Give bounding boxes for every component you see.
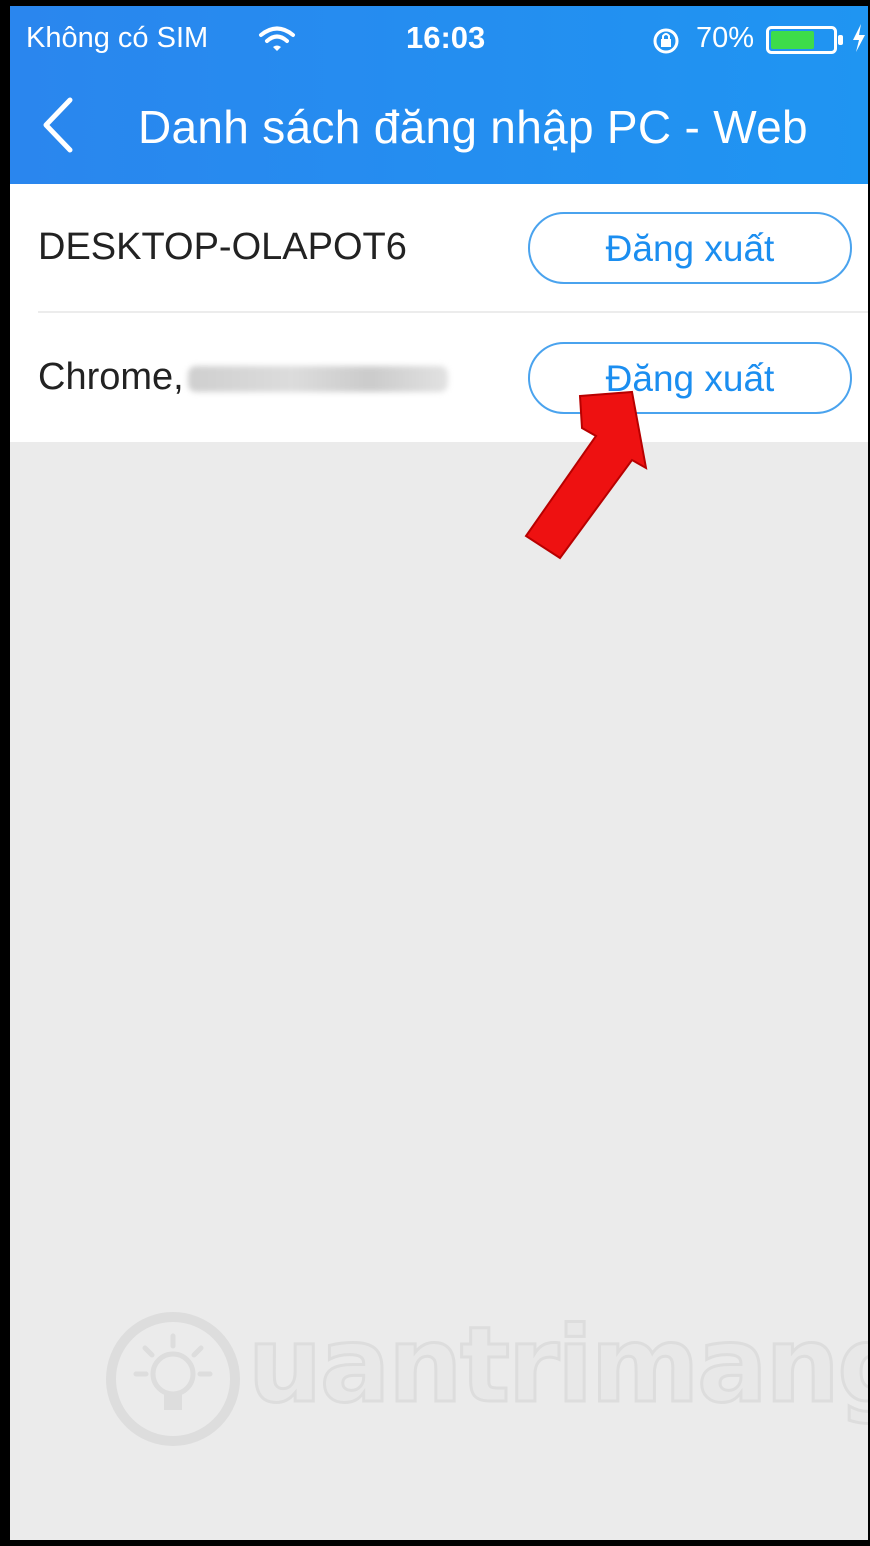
divider bbox=[38, 311, 868, 313]
session-list: DESKTOP-OLAPOT6 Đăng xuất Chrome, Đăng x… bbox=[10, 184, 868, 442]
red-arrow-annotation bbox=[524, 390, 664, 565]
redacted-version bbox=[187, 365, 448, 392]
status-time: 16:03 bbox=[406, 20, 486, 55]
nav-bar: Danh sách đăng nhập PC - Web bbox=[10, 72, 868, 184]
page-title: Danh sách đăng nhập PC - Web bbox=[138, 101, 808, 153]
list-item: DESKTOP-OLAPOT6 Đăng xuất bbox=[10, 184, 868, 313]
device-name-text: Chrome, bbox=[38, 356, 184, 398]
back-chevron-icon[interactable] bbox=[40, 96, 76, 159]
header: Không có SIM 16:03 70% Danh sách đăng nh… bbox=[10, 6, 868, 184]
carrier-label: Không có SIM bbox=[26, 22, 209, 54]
watermark-text: uantrimang bbox=[247, 1303, 868, 1428]
orientation-lock-icon bbox=[651, 26, 681, 64]
battery-icon bbox=[766, 26, 846, 62]
battery-percent: 70% bbox=[696, 22, 755, 54]
device-name: DESKTOP-OLAPOT6 bbox=[38, 226, 407, 269]
device-name: Chrome, bbox=[38, 356, 448, 399]
list-item: Chrome, Đăng xuất bbox=[10, 314, 868, 442]
wifi-icon bbox=[258, 24, 296, 62]
app-screen: Không có SIM 16:03 70% Danh sách đăng nh… bbox=[10, 6, 868, 1540]
watermark: uantrimang bbox=[98, 1303, 868, 1459]
device-name-text: DESKTOP-OLAPOT6 bbox=[38, 226, 407, 268]
status-bar: Không có SIM 16:03 70% bbox=[10, 6, 868, 72]
charging-icon bbox=[852, 24, 866, 60]
lightbulb-icon bbox=[98, 1312, 248, 1458]
logout-button[interactable]: Đăng xuất bbox=[528, 212, 852, 284]
